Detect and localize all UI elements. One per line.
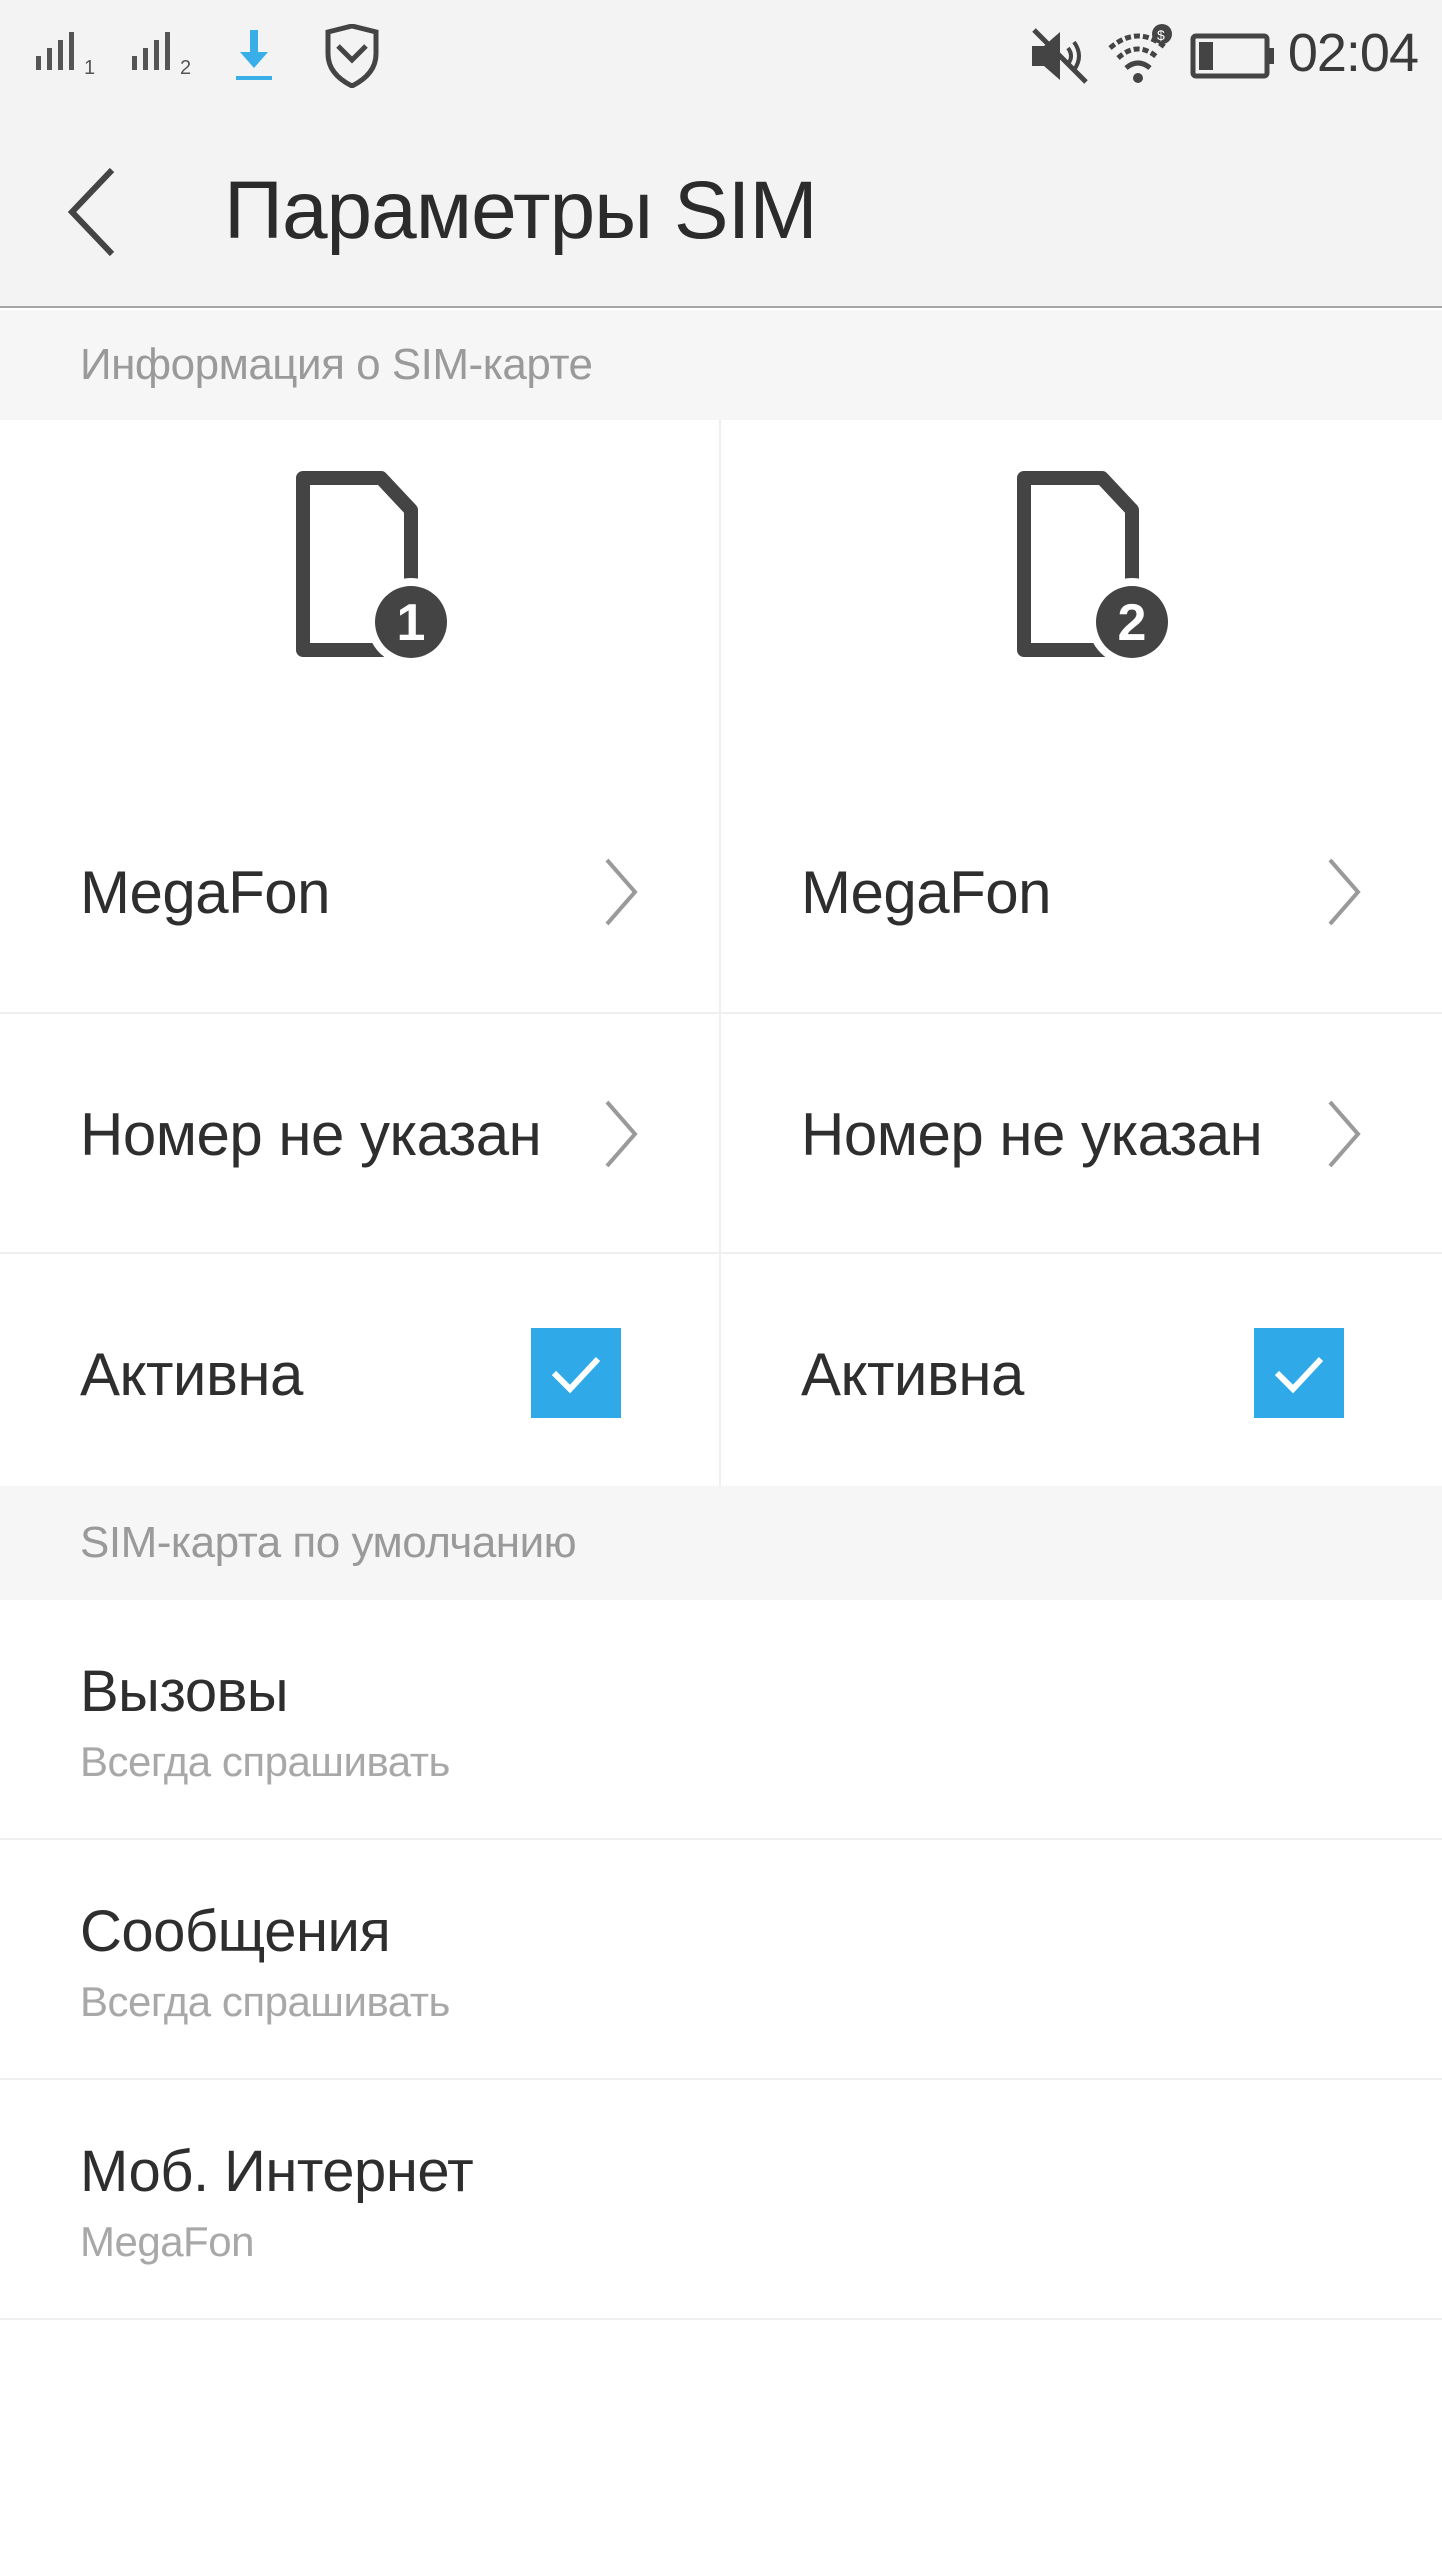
sim-card-2-operator-row[interactable]: MegaFon (721, 772, 1442, 1012)
list-item-calls-title: Вызовы (80, 1659, 289, 1724)
signal-sim1-index: 1 (84, 57, 95, 79)
mute-icon (1028, 0, 1092, 112)
sim-card-2-operator: MegaFon (801, 858, 1051, 926)
section-header-sim-info: Информация о SIM-карте (0, 310, 1442, 420)
sim-card-2-icon: 2 (721, 470, 1442, 666)
sim-card-2-number: Номер не указан (801, 1100, 1263, 1168)
shield-icon (322, 0, 382, 112)
sim-card-2: 2 MegaFon Номер не указан Активна (721, 420, 1442, 1486)
page-title: Параметры SIM (224, 165, 818, 256)
svg-text:$: $ (1157, 27, 1165, 43)
sim-card-2-active-checkbox[interactable] (1254, 1328, 1344, 1418)
back-button[interactable] (62, 152, 172, 272)
list-item-messages-value: Всегда спрашивать (80, 1978, 450, 2025)
chevron-right-icon (605, 1100, 638, 1168)
sim-card-2-badge: 2 (1117, 594, 1146, 652)
chevron-right-icon (1328, 858, 1361, 926)
battery-icon (1190, 0, 1276, 112)
signal-sim2-index: 2 (180, 57, 191, 79)
title-bar: Параметры SIM (0, 112, 1442, 308)
wifi-icon: $ (1106, 0, 1174, 112)
sim-card-1: 1 MegaFon Номер не указан Активна (0, 420, 721, 1486)
chevron-left-icon (67, 167, 115, 257)
list-item-mobile-internet-title: Моб. Интернет (80, 2139, 474, 2204)
check-icon (1274, 1356, 1324, 1394)
sim-card-1-badge: 1 (396, 594, 425, 652)
signal-sim2-icon: 2 (130, 0, 200, 112)
status-clock: 02:04 (1287, 23, 1419, 83)
sim-card-2-active-label: Активна (801, 1340, 1024, 1408)
chevron-right-icon (1328, 1100, 1361, 1168)
sim-card-2-active-row[interactable]: Активна (721, 1252, 1442, 1492)
status-bar: 1 2 $ 02:04 (0, 0, 1442, 112)
section-header-default-sim: SIM-карта по умолчанию (0, 1486, 1442, 1600)
list-item-messages[interactable]: Сообщения Всегда спрашивать (0, 1840, 1442, 2080)
sim-card-1-active-row[interactable]: Активна (0, 1252, 719, 1492)
sim-card-2-number-row[interactable]: Номер не указан (721, 1012, 1442, 1252)
list-item-calls-value: Всегда спрашивать (80, 1738, 450, 1785)
signal-sim1-icon: 1 (34, 0, 104, 112)
sim-card-1-active-label: Активна (80, 1340, 303, 1408)
list-item-mobile-internet-value: MegaFon (80, 2218, 254, 2265)
list-item-messages-title: Сообщения (80, 1899, 391, 1964)
sim-card-1-operator: MegaFon (80, 858, 330, 926)
list-item-mobile-internet[interactable]: Моб. Интернет MegaFon (0, 2080, 1442, 2320)
sim-info-grid: 1 MegaFon Номер не указан Активна 2 Mega… (0, 420, 1442, 1486)
sim-card-1-number: Номер не указан (80, 1100, 542, 1168)
sim-card-1-operator-row[interactable]: MegaFon (0, 772, 719, 1012)
sim-card-1-icon: 1 (0, 470, 721, 666)
sim-card-1-active-checkbox[interactable] (531, 1328, 621, 1418)
chevron-right-icon (605, 858, 638, 926)
sim-card-1-number-row[interactable]: Номер не указан (0, 1012, 719, 1252)
download-icon (234, 0, 274, 112)
list-item-calls[interactable]: Вызовы Всегда спрашивать (0, 1600, 1442, 1840)
check-icon (551, 1356, 601, 1394)
